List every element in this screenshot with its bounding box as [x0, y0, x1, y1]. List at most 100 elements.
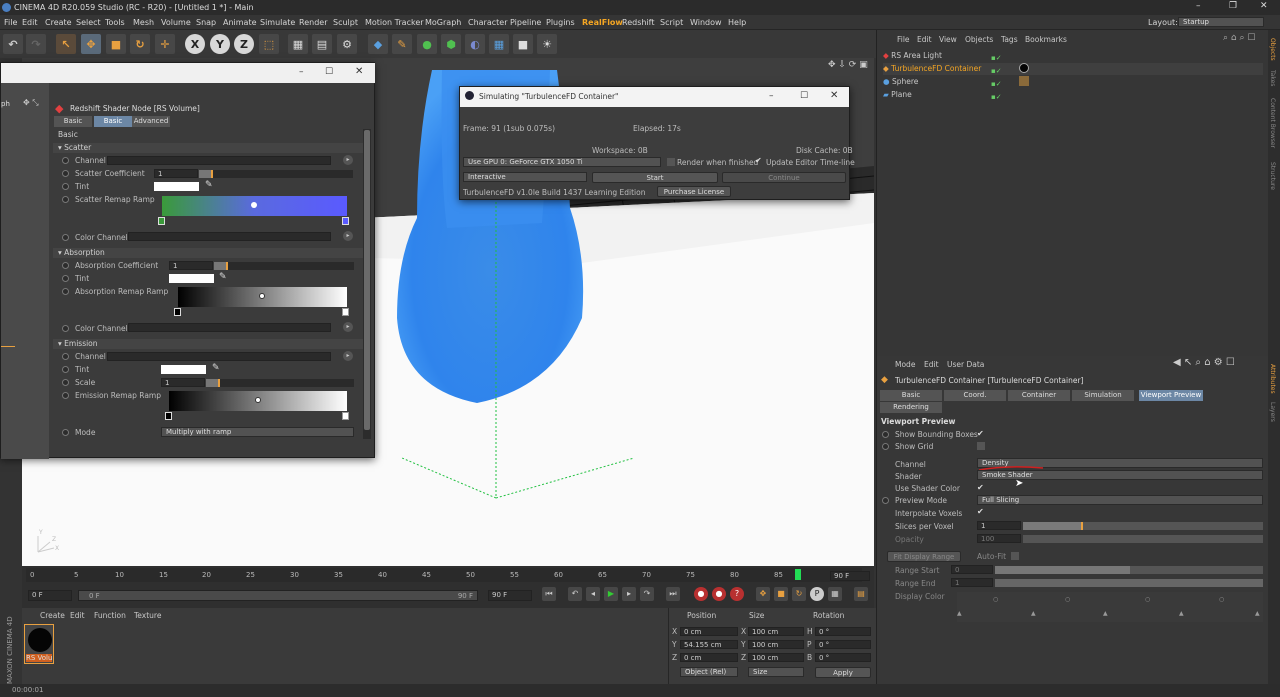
attr-tab-coord[interactable]: Coord.	[944, 390, 1006, 401]
last-tool-icon[interactable]: ✛	[155, 34, 175, 54]
range-slider[interactable]: 0 F 90 F	[78, 590, 478, 601]
key-scale-icon[interactable]: ■	[774, 587, 788, 601]
subdivision-icon[interactable]: ●	[417, 34, 437, 54]
menu-edit[interactable]: Edit	[22, 18, 38, 27]
minimize-button[interactable]: –	[1196, 1, 1201, 11]
obj-menu-objects[interactable]: Objects	[965, 35, 993, 44]
opacity-field[interactable]: 100	[977, 534, 1021, 543]
go-to-start-icon[interactable]: ⏮	[542, 587, 556, 601]
eyedropper-icon[interactable]: ✎	[212, 363, 220, 373]
preview-mode-select[interactable]: Full Slicing	[977, 495, 1263, 505]
object-row-turbulencefd[interactable]: ◆ TurbulenceFD Container	[883, 63, 1263, 75]
range-end-slider[interactable]	[995, 579, 1263, 587]
attr-menu-mode[interactable]: Mode	[895, 360, 915, 369]
cloner-icon[interactable]: ⬢	[441, 34, 461, 54]
display-color-gradient[interactable]: ○ ○ ○ ○ ▲ ▲ ▲ ▲ ▲	[957, 592, 1263, 622]
menu-select[interactable]: Select	[76, 18, 101, 27]
obj-menu-tags[interactable]: Tags	[1001, 35, 1018, 44]
pos-x-field[interactable]: 0 cm	[680, 627, 738, 636]
absorption-coef-slider[interactable]	[214, 262, 354, 270]
object-row-rs-area-light[interactable]: ◆ RS Area Light	[883, 50, 1263, 62]
animate-radio[interactable]	[62, 170, 69, 177]
show-bounding-checkbox[interactable]: ✔	[977, 430, 985, 438]
z-axis-lock-icon[interactable]: Z	[234, 34, 254, 54]
scale-tool-icon[interactable]: ■	[106, 34, 126, 54]
ramp-stop-blue[interactable]	[342, 217, 349, 225]
x-axis-lock-icon[interactable]: X	[185, 34, 205, 54]
obj-menu-file[interactable]: File	[897, 35, 910, 44]
layout-select[interactable]: Startup	[1178, 17, 1264, 27]
scatter-remap-ramp[interactable]	[162, 196, 347, 216]
ramp-knot[interactable]	[255, 397, 261, 403]
rot-b-field[interactable]: 0 °	[815, 653, 871, 662]
start-frame-field[interactable]: 0 F	[28, 590, 72, 601]
animate-radio[interactable]	[62, 275, 69, 282]
menu-file[interactable]: File	[4, 18, 17, 27]
slices-field[interactable]: 1	[977, 521, 1021, 530]
absorption-tint-swatch[interactable]	[169, 274, 214, 283]
rot-h-field[interactable]: 0 °	[815, 627, 871, 636]
size-x-field[interactable]: 100 cm	[748, 627, 804, 636]
pos-y-field[interactable]: 54.155 cm	[680, 640, 738, 649]
redo-icon[interactable]: ↷	[26, 34, 46, 54]
opacity-slider[interactable]	[1023, 535, 1263, 543]
emission-tint-swatch[interactable]	[161, 365, 206, 374]
absorption-coef-field[interactable]: 1	[169, 261, 213, 270]
node-panel-icons[interactable]: ✥ ⤡	[23, 98, 39, 108]
eyedropper-icon[interactable]: ✎	[205, 180, 213, 190]
keyframe-selection-icon[interactable]: ?	[730, 587, 744, 601]
render-when-finished-checkbox[interactable]	[667, 158, 675, 166]
render-settings-icon[interactable]: ⚙	[337, 34, 357, 54]
rotate-tool-icon[interactable]: ↻	[130, 34, 150, 54]
attr-menu-edit[interactable]: Edit	[924, 360, 939, 369]
menu-redshift[interactable]: Redshift	[622, 18, 654, 27]
animate-radio[interactable]	[882, 497, 889, 504]
obj-menu-edit[interactable]: Edit	[917, 35, 932, 44]
maximize-button[interactable]: ❐	[1229, 1, 1237, 11]
menu-tools[interactable]: Tools	[105, 18, 125, 27]
animate-radio[interactable]	[62, 157, 69, 164]
ramp-knot[interactable]	[259, 293, 265, 299]
animate-radio[interactable]	[62, 325, 69, 332]
current-frame-field[interactable]: 90 F	[830, 571, 870, 581]
start-button[interactable]: Start	[592, 172, 718, 183]
emission-remap-ramp[interactable]	[169, 391, 347, 411]
tab-layers[interactable]: Layers	[1269, 402, 1276, 422]
ramp-stop-green[interactable]	[158, 217, 165, 225]
playhead[interactable]	[795, 569, 802, 580]
ramp-stop-black[interactable]	[174, 308, 181, 316]
cube-icon[interactable]: ◆	[368, 34, 388, 54]
gpu-select[interactable]: Use GPU 0: GeForce GTX 1050 Ti	[463, 157, 661, 167]
render-picture-viewer-icon[interactable]: ▤	[312, 34, 332, 54]
viewport-nav-icon[interactable]: ✥ ⇩ ⟳ ▣	[828, 60, 868, 70]
animate-radio[interactable]	[882, 431, 889, 438]
menu-animate[interactable]: Animate	[223, 18, 257, 27]
scatter-section[interactable]: ▾ Scatter	[53, 143, 363, 153]
attr-tab-viewport-preview[interactable]: Viewport Preview	[1139, 390, 1203, 401]
range-start-slider[interactable]	[995, 566, 1263, 574]
obj-menu-bookmarks[interactable]: Bookmarks	[1025, 35, 1067, 44]
visibility-toggles[interactable]: ▪✓ ▪✓ ▪✓ ▪✓	[991, 52, 1013, 104]
emission-section[interactable]: ▾ Emission	[53, 339, 363, 349]
tab-structure[interactable]: Structure	[1269, 162, 1276, 190]
key-rotation-icon[interactable]: ↻	[792, 587, 806, 601]
ramp-knot[interactable]	[251, 202, 257, 208]
tab-takes[interactable]: Takes	[1269, 70, 1276, 86]
attr-tab-basic[interactable]: Basic	[880, 390, 942, 401]
shader-maximize-button[interactable]: ☐	[325, 67, 333, 77]
absorption-remap-ramp[interactable]	[178, 287, 347, 307]
pos-z-field[interactable]: 0 cm	[680, 653, 738, 662]
pen-icon[interactable]: ✎	[392, 34, 412, 54]
menu-motion-tracker[interactable]: Motion Tracker	[365, 18, 424, 27]
attr-tab-rendering[interactable]: Rendering	[880, 402, 942, 413]
animate-radio[interactable]	[62, 392, 69, 399]
node-graph-panel[interactable]: ph ✥ ⤡	[1, 83, 49, 459]
update-editor-checkbox[interactable]: ✔	[755, 157, 763, 165]
animate-radio[interactable]	[62, 353, 69, 360]
size-z-field[interactable]: 100 cm	[748, 653, 804, 662]
attr-menu-user-data[interactable]: User Data	[947, 360, 984, 369]
interpolate-checkbox[interactable]: ✔	[977, 508, 985, 516]
ramp-stop-black[interactable]	[165, 412, 172, 420]
size-y-field[interactable]: 100 cm	[748, 640, 804, 649]
menu-mograph[interactable]: MoGraph	[425, 18, 461, 27]
